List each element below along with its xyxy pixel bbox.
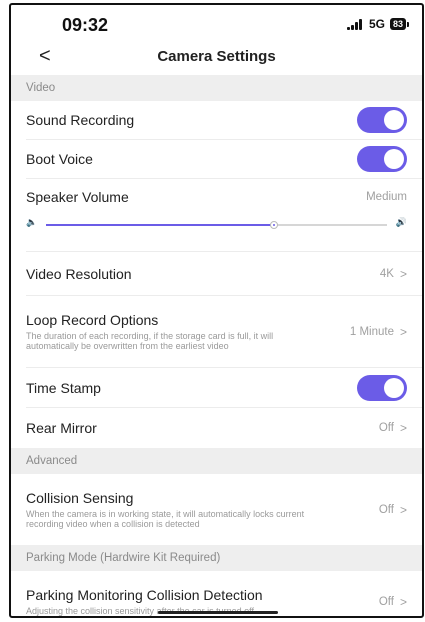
chevron-right-icon: > bbox=[399, 421, 407, 435]
collision-sensing-description: When the camera is in working state, it … bbox=[26, 508, 305, 530]
rear-mirror-value: Off bbox=[378, 422, 394, 434]
page-title: Camera Settings bbox=[157, 48, 276, 65]
time-stamp-label: Time Stamp bbox=[26, 379, 101, 396]
battery-icon: 83 bbox=[389, 18, 410, 30]
status-time: 09:32 bbox=[62, 15, 109, 35]
status-indicators: 5G 83 bbox=[346, 17, 410, 31]
loop-record-description: The duration of each recording, if the s… bbox=[26, 330, 274, 352]
setting-rear-mirror[interactable]: Rear Mirror Off > bbox=[26, 408, 422, 448]
chevron-right-icon: > bbox=[399, 266, 407, 281]
setting-time-stamp: Time Stamp bbox=[26, 368, 422, 408]
sound-recording-toggle[interactable] bbox=[357, 107, 407, 133]
volume-thumb[interactable] bbox=[270, 221, 279, 229]
parking-collision-label: Parking Monitoring Collision Detection bbox=[26, 587, 263, 604]
speaker-low-icon: 🔈 bbox=[26, 217, 38, 227]
section-header-advanced: Advanced bbox=[11, 448, 422, 474]
home-indicator bbox=[158, 611, 278, 614]
section-header-parking: Parking Mode (Hardwire Kit Required) bbox=[11, 545, 422, 571]
collision-sensing-value: Off bbox=[378, 503, 394, 516]
chevron-right-icon: > bbox=[399, 324, 407, 339]
video-resolution-label: Video Resolution bbox=[26, 265, 132, 282]
volume-slider[interactable]: 🔈 🔊 bbox=[26, 217, 407, 231]
chevron-right-icon: > bbox=[399, 595, 407, 609]
loop-record-value: 1 Minute bbox=[349, 325, 394, 338]
loop-record-label: Loop Record Options bbox=[26, 311, 159, 328]
volume-fill bbox=[46, 224, 275, 226]
nav-bar: < Camera Settings bbox=[11, 43, 422, 75]
boot-voice-label: Boot Voice bbox=[26, 151, 93, 167]
phone-screen: 09:32 5G 83 < Camera Settings Video Soun… bbox=[9, 3, 424, 618]
setting-video-resolution[interactable]: Video Resolution 4K > bbox=[26, 252, 422, 296]
time-stamp-toggle[interactable] bbox=[357, 374, 407, 401]
setting-collision-sensing[interactable]: Collision Sensing When the camera is in … bbox=[26, 474, 422, 545]
boot-voice-toggle[interactable] bbox=[357, 146, 407, 172]
speaker-volume-value: Medium bbox=[366, 191, 407, 203]
setting-loop-record[interactable]: Loop Record Options The duration of each… bbox=[26, 296, 422, 368]
parking-collision-value: Off bbox=[378, 596, 394, 608]
rear-mirror-label: Rear Mirror bbox=[26, 420, 97, 436]
setting-sound-recording: Sound Recording bbox=[26, 101, 422, 140]
status-bar: 09:32 5G 83 bbox=[11, 5, 422, 43]
video-resolution-value: 4K bbox=[379, 267, 394, 280]
speaker-volume-label: Speaker Volume bbox=[26, 189, 129, 205]
signal-icon bbox=[346, 18, 363, 30]
speaker-high-icon: 🔊 bbox=[395, 217, 407, 227]
collision-sensing-label: Collision Sensing bbox=[26, 489, 134, 506]
setting-speaker-volume: Speaker Volume Medium 🔈 🔊 bbox=[26, 179, 422, 252]
volume-track bbox=[46, 221, 387, 229]
section-header-video: Video bbox=[11, 75, 422, 101]
chevron-right-icon: > bbox=[399, 502, 407, 517]
network-type: 5G bbox=[368, 17, 385, 31]
setting-boot-voice: Boot Voice bbox=[26, 140, 422, 179]
sound-recording-label: Sound Recording bbox=[26, 112, 135, 128]
